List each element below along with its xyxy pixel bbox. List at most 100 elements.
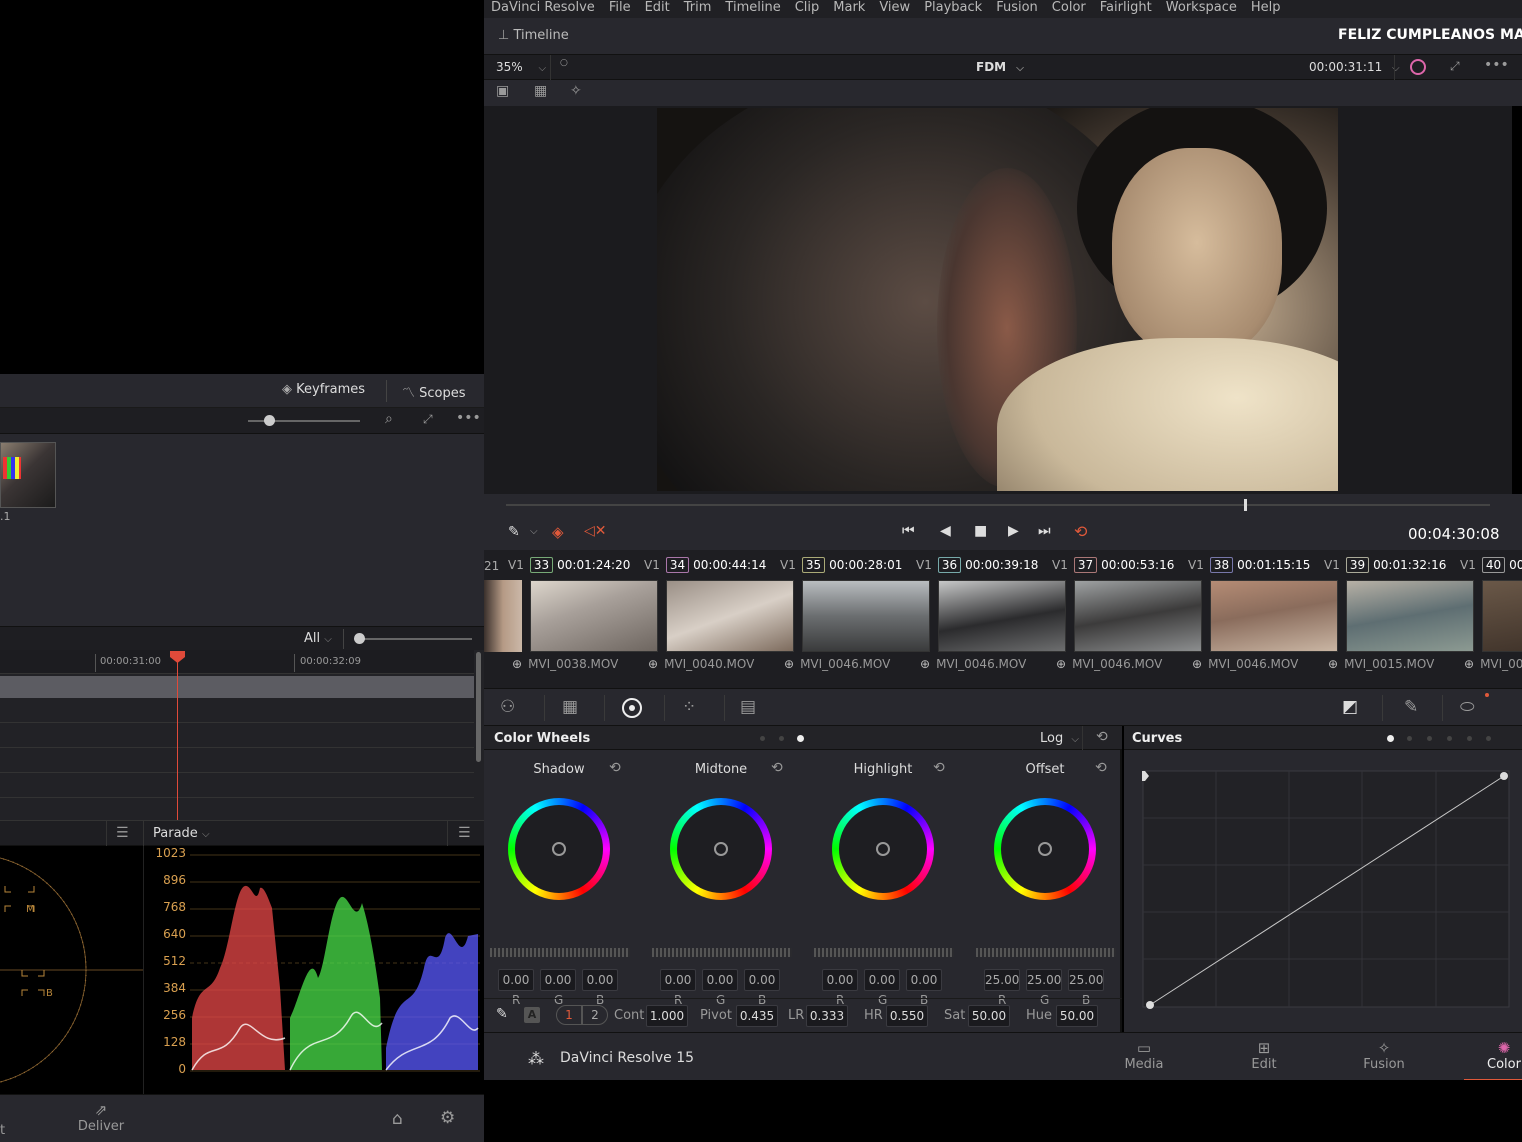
wheel-r-value[interactable]: 25.00: [984, 969, 1020, 991]
page-dot-active[interactable]: [1387, 735, 1394, 742]
video-frame[interactable]: [657, 108, 1338, 491]
param-pivot-field[interactable]: 0.435: [736, 1005, 778, 1027]
menu-item[interactable]: Playback: [924, 0, 982, 15]
wheel-b-value[interactable]: 0.00: [906, 969, 942, 991]
camera-raw-icon[interactable]: ⚇: [500, 697, 515, 717]
clip-thumbnail[interactable]: [1346, 580, 1474, 652]
page-dot[interactable]: [1486, 736, 1491, 741]
menu-item[interactable]: Fairlight: [1100, 0, 1152, 15]
color-wheels-tab-icon[interactable]: [622, 698, 642, 718]
clip-thumbnail[interactable]: [0, 442, 56, 508]
clip-thumbnail[interactable]: [666, 580, 794, 652]
picker-icon[interactable]: ✎: [508, 524, 520, 540]
scope-type-dropdown[interactable]: Parade ⌵: [153, 826, 210, 841]
media-page-button[interactable]: ▭ Media: [1104, 1039, 1184, 1072]
clip-thumbnail[interactable]: [1482, 580, 1522, 652]
zoom-slider-handle[interactable]: [264, 415, 275, 426]
mute-icon[interactable]: ◁✕: [584, 523, 607, 539]
param-cont-field[interactable]: 1.000: [646, 1005, 688, 1027]
clip-thumbnail[interactable]: [1074, 580, 1202, 652]
zoom-dropdown[interactable]: 35% ⌵: [496, 60, 546, 74]
wheel-b-value[interactable]: 0.00: [582, 969, 618, 991]
menu-item[interactable]: Color: [1052, 0, 1086, 15]
scrubber-handle[interactable]: [1244, 499, 1247, 511]
chevron-down-icon[interactable]: ⌵: [530, 526, 538, 537]
page-dot[interactable]: [1407, 736, 1412, 741]
filter-dropdown[interactable]: All ⌵: [304, 631, 332, 646]
clip-thumbnail[interactable]: [938, 580, 1066, 652]
more-icon[interactable]: •••: [456, 410, 481, 426]
layers-icon[interactable]: ◈: [552, 523, 564, 541]
master-wheel-slider[interactable]: [976, 948, 1116, 957]
skip-forward-icon[interactable]: ⏭: [1038, 523, 1051, 539]
param-lr-field[interactable]: 0.333: [806, 1005, 848, 1027]
page-dot[interactable]: [760, 736, 765, 741]
window-icon[interactable]: ⬭: [1460, 697, 1475, 717]
more-icon[interactable]: •••: [1484, 57, 1509, 73]
home-icon[interactable]: ⌂: [392, 1109, 403, 1129]
master-wheel-slider[interactable]: [652, 948, 792, 957]
wheel-r-value[interactable]: 0.00: [498, 969, 534, 991]
wheel-reset-icon[interactable]: ⟲: [771, 760, 783, 776]
wheel-puck[interactable]: [552, 842, 566, 856]
rgb-mixer-icon[interactable]: ⁘: [682, 697, 696, 717]
menu-item[interactable]: Help: [1251, 0, 1281, 15]
vertical-scrollbar[interactable]: [476, 652, 481, 762]
param-hue-field[interactable]: 50.00: [1056, 1005, 1098, 1027]
play-icon[interactable]: ▶: [1008, 523, 1019, 539]
wheel-b-value[interactable]: 25.00: [1068, 969, 1104, 991]
color-wheel[interactable]: [824, 790, 942, 908]
timeline-zoom-track[interactable]: [360, 638, 472, 640]
clip-thumbnail-partial[interactable]: [484, 580, 522, 652]
menu-item[interactable]: Edit: [645, 0, 670, 15]
wheel-g-value[interactable]: 0.00: [864, 969, 900, 991]
scrubber-track[interactable]: [506, 504, 1490, 506]
timeline-dropdown[interactable]: FDM ⌵: [976, 60, 1024, 74]
curve-graph[interactable]: [1142, 770, 1512, 1010]
timeline-zoom-handle[interactable]: [354, 633, 365, 644]
split-view-icon[interactable]: ▣: [496, 83, 509, 99]
timeline-toggle[interactable]: ⊥ Timeline: [498, 28, 569, 43]
search-icon[interactable]: ⌕: [385, 411, 393, 427]
color-wheel[interactable]: [986, 790, 1104, 908]
deliver-page-button[interactable]: ⇗ Deliver: [76, 1101, 126, 1134]
page-dot[interactable]: [1447, 736, 1452, 741]
wheel-puck[interactable]: [714, 842, 728, 856]
menu-item[interactable]: Trim: [684, 0, 712, 15]
page-dot[interactable]: [1467, 736, 1472, 741]
gear-icon[interactable]: ⚙: [440, 1108, 455, 1128]
menu-item[interactable]: Timeline: [725, 0, 780, 15]
play-reverse-icon[interactable]: ◀: [940, 523, 951, 539]
gallery-icon[interactable]: ▦: [534, 83, 547, 99]
auto-balance-icon[interactable]: ✎: [496, 1006, 508, 1022]
wheel-puck[interactable]: [1038, 842, 1052, 856]
wheel-puck[interactable]: [876, 842, 890, 856]
menu-item[interactable]: Mark: [833, 0, 865, 15]
wheel-r-value[interactable]: 0.00: [660, 969, 696, 991]
master-wheel-slider[interactable]: [814, 948, 954, 957]
color-page-button[interactable]: ✺ Color: [1464, 1039, 1522, 1081]
parade-settings-icon[interactable]: ☰: [458, 825, 471, 841]
cut-page-partial[interactable]: t: [0, 1123, 5, 1138]
wheel-g-value[interactable]: 0.00: [540, 969, 576, 991]
stop-icon[interactable]: ■: [974, 523, 987, 539]
motion-effects-icon[interactable]: ▤: [740, 697, 756, 717]
fusion-page-button[interactable]: ✧ Fusion: [1344, 1039, 1424, 1072]
clip-thumbnail[interactable]: [1210, 580, 1338, 652]
wheel-reset-icon[interactable]: ⟲: [933, 760, 945, 776]
playhead-line[interactable]: [177, 656, 178, 820]
selected-track[interactable]: [0, 676, 474, 698]
menu-item[interactable]: Fusion: [996, 0, 1038, 15]
reset-icon[interactable]: ⟲: [1096, 729, 1108, 745]
wheel-mode-dropdown[interactable]: Log ⌵: [1040, 731, 1079, 746]
param-hr-field[interactable]: 0.550: [886, 1005, 928, 1027]
menu-item[interactable]: Workspace: [1166, 0, 1237, 15]
wheel-reset-icon[interactable]: ⟲: [609, 760, 621, 776]
color-match-icon[interactable]: ▦: [562, 697, 578, 717]
vectorscope-settings-icon[interactable]: ☰: [116, 825, 129, 841]
menu-item[interactable]: View: [879, 0, 910, 15]
curves-tab-icon[interactable]: ◩: [1342, 697, 1358, 717]
clip-thumbnail[interactable]: [530, 580, 658, 652]
magic-wand-icon[interactable]: ✧: [570, 83, 582, 99]
master-wheel-slider[interactable]: [490, 948, 630, 957]
